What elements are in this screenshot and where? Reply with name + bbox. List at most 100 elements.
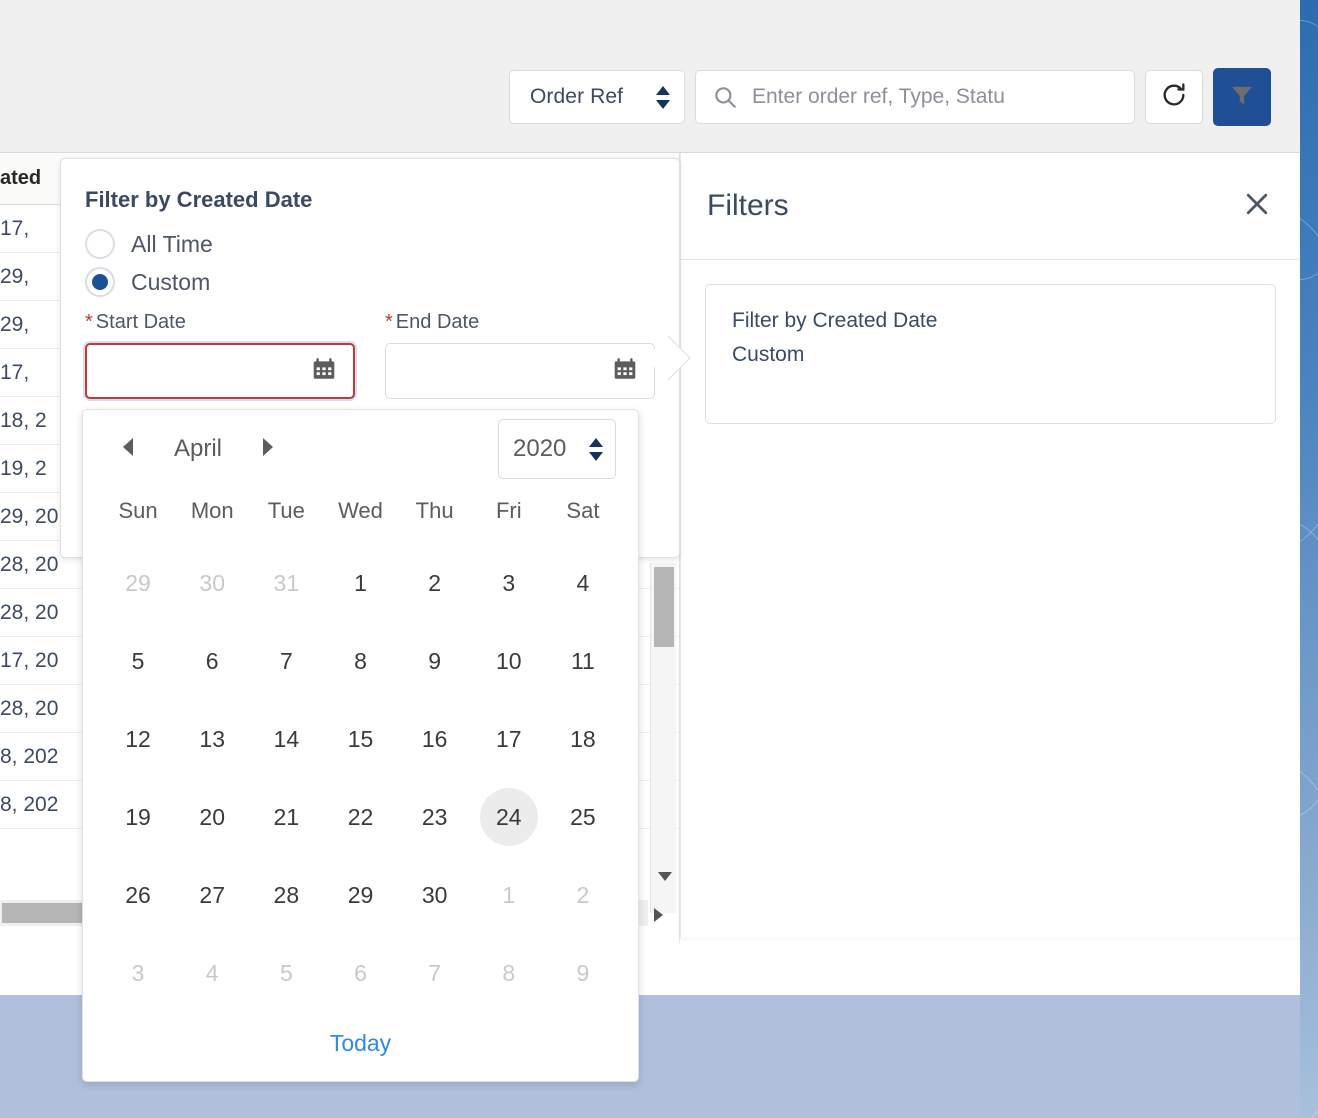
weekday-label: Thu: [398, 488, 472, 538]
day-cell[interactable]: 2: [546, 856, 620, 934]
app-root: Order Ref: [0, 0, 1318, 1118]
day-cell[interactable]: 25: [546, 778, 620, 856]
required-marker: *: [85, 311, 93, 334]
day-label: 30: [183, 554, 241, 612]
day-cell[interactable]: 30: [175, 544, 249, 622]
chevron-left-icon: [118, 435, 138, 464]
day-cell[interactable]: 29: [323, 856, 397, 934]
filter-card-title: Filter by Created Date: [732, 309, 1249, 333]
refresh-button[interactable]: [1145, 70, 1203, 124]
day-cell[interactable]: 3: [101, 934, 175, 1012]
start-date-calendar-button[interactable]: [309, 356, 339, 386]
day-cell[interactable]: 7: [249, 622, 323, 700]
day-cell[interactable]: 12: [101, 700, 175, 778]
search-box[interactable]: [695, 70, 1135, 124]
day-cell[interactable]: 14: [249, 700, 323, 778]
day-cell[interactable]: 26: [101, 856, 175, 934]
scroll-down-arrow-icon[interactable]: [658, 872, 672, 881]
day-cell[interactable]: 9: [546, 934, 620, 1012]
start-date-input-wrapper[interactable]: [85, 343, 355, 399]
day-cell[interactable]: 24: [472, 778, 546, 856]
day-cell[interactable]: 8: [323, 622, 397, 700]
weekday-header-row: SunMonTueWedThuFriSat: [101, 488, 620, 538]
day-cell[interactable]: 20: [175, 778, 249, 856]
end-date-input[interactable]: [398, 358, 610, 384]
end-date-calendar-button[interactable]: [610, 356, 640, 386]
search-scope-picklist[interactable]: Order Ref: [509, 70, 685, 124]
previous-month-button[interactable]: [111, 432, 145, 466]
day-label: 2: [406, 554, 464, 612]
filters-panel: Filters Filter by Created Date Custom: [680, 153, 1300, 938]
day-cell[interactable]: 13: [175, 700, 249, 778]
day-label: 29: [109, 554, 167, 612]
search-input[interactable]: [750, 84, 1118, 110]
day-cell[interactable]: 4: [175, 934, 249, 1012]
today-link[interactable]: Today: [330, 1030, 391, 1057]
day-cell[interactable]: 23: [398, 778, 472, 856]
day-cell[interactable]: 21: [249, 778, 323, 856]
day-cell[interactable]: 3: [472, 544, 546, 622]
table-vertical-scrollbar[interactable]: [650, 563, 676, 913]
datepicker-week-row: 3456789: [101, 934, 620, 1012]
radio-option-all-time[interactable]: All Time: [85, 229, 653, 259]
day-cell[interactable]: 10: [472, 622, 546, 700]
year-select[interactable]: 2020: [498, 419, 616, 479]
day-cell[interactable]: 18: [546, 700, 620, 778]
day-label: 5: [109, 632, 167, 690]
stepper-updown-icon[interactable]: [589, 438, 603, 461]
calendar-icon: [612, 356, 638, 387]
day-label: 23: [406, 788, 464, 846]
day-cell[interactable]: 8: [472, 934, 546, 1012]
day-cell[interactable]: 4: [546, 544, 620, 622]
day-label: 6: [183, 632, 241, 690]
day-cell[interactable]: 29: [101, 544, 175, 622]
filter-card-value: Custom: [732, 343, 1249, 367]
day-label: 20: [183, 788, 241, 846]
radio-custom-icon[interactable]: [85, 267, 115, 297]
day-cell[interactable]: 5: [101, 622, 175, 700]
day-cell[interactable]: 7: [398, 934, 472, 1012]
day-cell[interactable]: 30: [398, 856, 472, 934]
calendar-icon: [311, 356, 337, 387]
day-cell[interactable]: 19: [101, 778, 175, 856]
day-cell[interactable]: 6: [175, 622, 249, 700]
table-vscroll-thumb[interactable]: [654, 567, 674, 647]
day-cell[interactable]: 28: [249, 856, 323, 934]
day-cell[interactable]: 11: [546, 622, 620, 700]
weekday-label: Wed: [323, 488, 397, 538]
end-date-field: * End Date: [385, 311, 655, 399]
table-hscroll-thumb[interactable]: [2, 903, 87, 923]
scroll-right-arrow-icon[interactable]: [654, 908, 663, 922]
start-date-label: * Start Date: [85, 311, 355, 334]
day-label: 22: [331, 788, 389, 846]
datepicker-week-row: 19 202122 232425: [101, 778, 620, 856]
filter-card-created-date[interactable]: Filter by Created Date Custom: [705, 284, 1276, 424]
filter-toggle-button[interactable]: [1213, 68, 1271, 126]
day-cell[interactable]: 6: [323, 934, 397, 1012]
day-label: 19: [109, 788, 167, 846]
datepicker-week-row: 12131415161718: [101, 700, 620, 778]
day-cell[interactable]: 27: [175, 856, 249, 934]
radio-all-time-icon[interactable]: [85, 229, 115, 259]
day-cell[interactable]: 16: [398, 700, 472, 778]
day-cell[interactable]: 15: [323, 700, 397, 778]
weekday-label: Tue: [249, 488, 323, 538]
day-cell[interactable]: 22: [323, 778, 397, 856]
next-month-button[interactable]: [251, 432, 285, 466]
start-date-input[interactable]: [99, 358, 309, 384]
day-label: 12: [109, 710, 167, 768]
datepicker-week-row: 29 30311234: [101, 544, 620, 622]
day-cell[interactable]: 1: [472, 856, 546, 934]
day-cell[interactable]: 31: [249, 544, 323, 622]
close-filters-button[interactable]: [1238, 187, 1276, 225]
day-label: 29: [331, 866, 389, 924]
day-cell[interactable]: 5: [249, 934, 323, 1012]
day-cell[interactable]: 9: [398, 622, 472, 700]
day-cell[interactable]: 17: [472, 700, 546, 778]
radio-option-custom[interactable]: Custom: [85, 267, 653, 297]
end-date-input-wrapper[interactable]: [385, 343, 655, 399]
filters-panel-title: Filters: [707, 189, 789, 223]
close-icon: [1242, 189, 1272, 224]
day-cell[interactable]: 2: [398, 544, 472, 622]
day-cell[interactable]: 1: [323, 544, 397, 622]
